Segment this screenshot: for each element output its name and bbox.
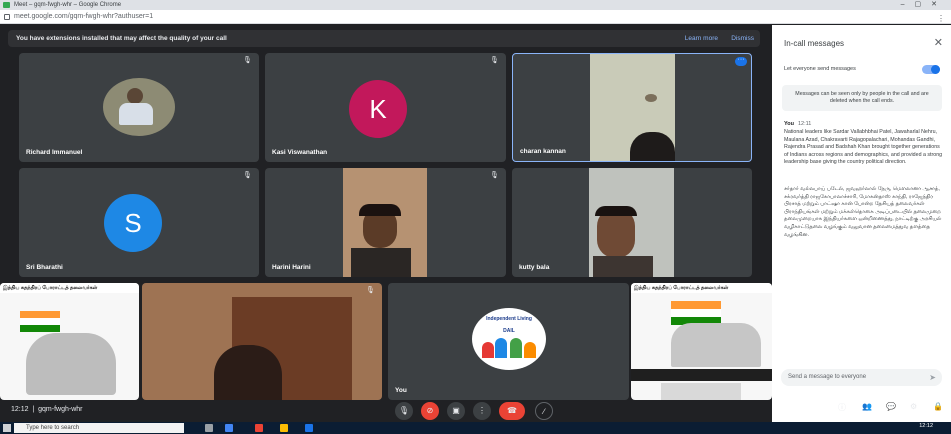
muted-mic-icon: 🎙	[243, 57, 252, 64]
task-view-icon[interactable]	[205, 424, 213, 432]
muted-mic-icon: 🎙	[243, 172, 252, 179]
participant-name: charan kannan	[520, 148, 566, 155]
app-icon[interactable]	[305, 424, 313, 432]
meeting-controls-bar: 12:12 | gqm-fwgh-whr 🎙 ⊘ ▣ ⋮ ☎ ∕	[0, 400, 772, 422]
participant-tile-selected[interactable]: ··· charan kannan	[512, 53, 752, 162]
close-icon[interactable]: ✕	[934, 36, 943, 49]
participant-tile[interactable]: 🎙	[142, 283, 382, 400]
video-player-bar[interactable]	[631, 369, 772, 381]
toggle-label: Let everyone send messages	[784, 66, 856, 72]
message-text: National leaders like Sardar Vallabhbhai…	[784, 129, 943, 166]
chat-icon[interactable]: 💬	[886, 402, 896, 411]
learn-more-link[interactable]: Learn more	[685, 30, 718, 47]
more-options-button[interactable]: ⋮	[473, 402, 491, 420]
avatar-initial: K	[349, 80, 407, 138]
muted-mic-icon: 🎙	[366, 287, 375, 294]
folder-icon[interactable]	[280, 424, 288, 432]
flag-graphic	[671, 301, 721, 325]
in-call-messages-panel: In-call messages ✕ Let everyone send mes…	[772, 25, 951, 422]
leaders-illustration	[671, 323, 761, 367]
lock-icon[interactable]: 🔒	[933, 402, 943, 411]
participant-name: Kasi Viswanathan	[272, 149, 328, 156]
info-icon[interactable]: ⓘ	[838, 402, 846, 413]
present-button[interactable]: ▣	[447, 402, 465, 420]
video-feed	[343, 168, 427, 277]
effects-button[interactable]: ∕	[535, 402, 553, 420]
send-icon[interactable]: ➤	[929, 369, 936, 386]
ephemeral-notice: Messages can be seen only by people in t…	[782, 85, 942, 111]
message-sender: You	[784, 121, 794, 127]
participant-name: Richard Immanuel	[26, 149, 83, 156]
microphone-button[interactable]: 🎙	[395, 402, 413, 420]
participant-tile[interactable]: 🎙 Richard Immanuel	[19, 53, 259, 162]
screen: Meet – gqm-fwgh-whr – Google Chrome –▢✕ …	[0, 0, 951, 434]
participant-tile[interactable]: K 🎙 Kasi Viswanathan	[265, 53, 506, 162]
browser-title-bar: Meet – gqm-fwgh-whr – Google Chrome –▢✕	[0, 0, 951, 10]
independent-living-logo: Independent Living DAIL	[472, 308, 546, 370]
thumbnail-image	[661, 383, 741, 400]
window-controls[interactable]: –▢✕	[901, 0, 947, 10]
video-feed	[589, 168, 674, 277]
windows-taskbar: Type here to search 12:12	[0, 422, 951, 434]
more-options-icon[interactable]: ···	[735, 56, 747, 66]
presentation-tile[interactable]: இந்திய சுதந்திரப் போராட்டத் தலைவர்கள்	[0, 283, 139, 400]
dismiss-button[interactable]: Dismiss	[731, 30, 754, 47]
people-icon[interactable]: 👥	[862, 402, 872, 411]
poster-title: இந்திய சுதந்திரப் போராட்டத் தலைவர்கள்	[631, 283, 772, 293]
video-feed	[142, 283, 382, 400]
avatar-letter: S	[124, 208, 142, 238]
input-placeholder: Send a message to everyone	[788, 374, 867, 380]
participant-tile[interactable]: kutty bala	[512, 168, 752, 277]
meet-favicon-icon	[3, 2, 10, 8]
presentation-tile[interactable]: இந்திய சுதந்திரப் போராட்டத் தலைவர்கள்	[631, 283, 772, 400]
participant-name: kutty bala	[519, 264, 550, 271]
search-placeholder: Type here to search	[26, 425, 80, 431]
avatar-initial: S	[104, 194, 162, 252]
address-bar[interactable]: meet.google.com/gqm-fwgh-whr?authuser=1 …	[0, 10, 951, 24]
message-time: 12:11	[797, 121, 812, 127]
avatar-photo	[103, 78, 175, 136]
leaders-illustration	[26, 333, 116, 395]
muted-mic-icon: 🎙	[490, 57, 499, 64]
extension-warning-banner: You have extensions installed that may a…	[8, 30, 760, 47]
chrome-icon[interactable]	[225, 424, 233, 432]
banner-text: You have extensions installed that may a…	[16, 35, 227, 42]
url-text[interactable]: meet.google.com/gqm-fwgh-whr?authuser=1	[14, 13, 153, 20]
panel-title: In-call messages	[784, 39, 845, 48]
taskbar-search-box[interactable]: Type here to search	[14, 423, 184, 433]
participant-tile[interactable]: 🎙 Harini Harini	[265, 168, 506, 277]
flag-graphic	[20, 311, 60, 333]
participant-tile[interactable]: S 🎙 Sri Bharathi	[19, 168, 259, 277]
participant-name: You	[395, 387, 407, 394]
message-header: You 12:11	[784, 121, 811, 127]
app-icon[interactable]	[255, 424, 263, 432]
clock: 12:12	[919, 423, 933, 429]
poster-title: இந்திய சுதந்திரப் போராட்டத் தலைவர்கள்	[0, 283, 139, 293]
send-messages-toggle[interactable]	[922, 65, 940, 74]
avatar-letter: K	[369, 94, 387, 124]
participant-name: Sri Bharathi	[26, 264, 63, 271]
muted-mic-icon: 🎙	[490, 172, 499, 179]
camera-off-button[interactable]: ⊘	[421, 402, 439, 420]
self-view-tile[interactable]: Independent Living DAIL You	[388, 283, 629, 400]
participant-name: Harini Harini	[272, 264, 311, 271]
message-text: சர்தார் வல்லபாய் படேல், ஜவஹர்லால் நேரு, …	[784, 186, 942, 238]
video-feed	[590, 54, 675, 161]
browser-menu-icon[interactable]: ⋮	[937, 12, 945, 26]
message-input[interactable]: Send a message to everyone ➤	[781, 369, 942, 386]
leave-call-button[interactable]: ☎	[499, 402, 525, 420]
meeting-details[interactable]: 12:12 | gqm-fwgh-whr	[11, 406, 83, 413]
activities-icon[interactable]: ⚙	[910, 402, 917, 411]
tab-title: Meet – gqm-fwgh-whr – Google Chrome	[14, 2, 122, 8]
windows-start-icon[interactable]	[3, 424, 11, 432]
lock-icon	[4, 14, 10, 20]
